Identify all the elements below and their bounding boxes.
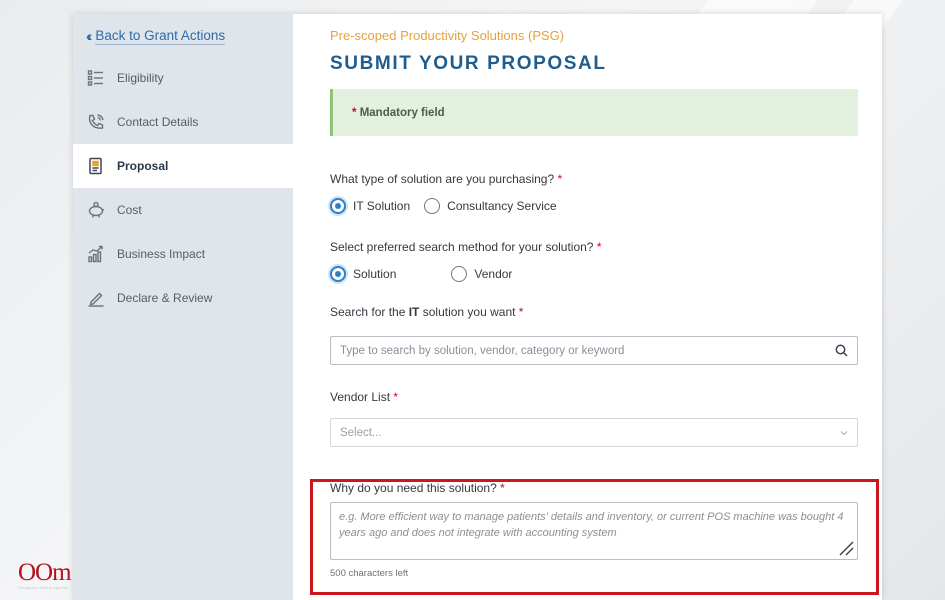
phone-icon bbox=[87, 113, 105, 131]
select-placeholder: Select... bbox=[340, 426, 382, 439]
sidebar-item-cost[interactable]: Cost bbox=[73, 188, 293, 232]
vendor-list-question: Vendor List * bbox=[330, 390, 858, 404]
logo-text: OOm bbox=[18, 559, 72, 586]
logo-tagline: Singapore Online Agency bbox=[18, 586, 68, 590]
mandatory-note-text: Mandatory field bbox=[359, 106, 445, 119]
sidebar-item-label: Proposal bbox=[117, 159, 169, 173]
question-text: What type of solution are you purchasing… bbox=[330, 172, 555, 186]
piggy-bank-icon bbox=[87, 201, 105, 219]
radio-unselected-indicator[interactable] bbox=[451, 266, 468, 282]
radio-label: Vendor bbox=[474, 267, 513, 281]
sidebar-item-label: Contact Details bbox=[117, 115, 199, 129]
bar-chart-icon bbox=[87, 245, 105, 263]
radio-unselected-indicator[interactable] bbox=[424, 198, 441, 214]
solution-search-input[interactable]: Type to search by solution, vendor, cate… bbox=[330, 336, 858, 365]
chevron-down-icon bbox=[840, 430, 848, 435]
radio-selected-indicator[interactable] bbox=[330, 266, 346, 282]
search-method-radio-group: Solution Vendor bbox=[330, 266, 858, 282]
search-solution-question: Search for the IT solution you want * bbox=[330, 305, 858, 319]
radio-label: Solution bbox=[353, 267, 397, 281]
required-asterisk: * bbox=[557, 172, 563, 186]
required-asterisk: * bbox=[596, 240, 602, 254]
required-asterisk: * bbox=[518, 305, 524, 319]
page-title: SUBMIT YOUR PROPOSAL bbox=[330, 53, 607, 74]
search-method-question: Select preferred search method for your … bbox=[330, 240, 858, 254]
sidebar-item-contact-details[interactable]: Contact Details bbox=[73, 100, 293, 144]
mandatory-field-notice: * Mandatory field bbox=[330, 89, 858, 136]
sidebar-item-proposal[interactable]: Proposal bbox=[73, 144, 293, 188]
sidebar-item-business-impact[interactable]: Business Impact bbox=[73, 232, 293, 276]
radio-vendor[interactable]: Vendor bbox=[451, 266, 512, 282]
sidebar-item-label: Cost bbox=[117, 203, 142, 217]
sidebar-item-eligibility[interactable]: Eligibility bbox=[73, 56, 293, 100]
vendor-list-select[interactable]: Select... bbox=[330, 418, 858, 447]
radio-solution[interactable]: Solution bbox=[330, 266, 396, 282]
sidebar-item-declare-review[interactable]: Declare & Review bbox=[73, 276, 293, 320]
search-icon[interactable] bbox=[835, 344, 848, 357]
back-link-label: Back to Grant Actions bbox=[95, 27, 226, 45]
back-to-grant-actions-link[interactable]: ‹‹ Back to Grant Actions bbox=[73, 14, 293, 54]
radio-it-solution[interactable]: IT Solution bbox=[330, 198, 410, 214]
double-chevron-left-icon: ‹‹ bbox=[86, 28, 93, 44]
oom-logo: OOm Singapore Online Agency bbox=[18, 560, 93, 590]
highlight-annotation-box bbox=[310, 479, 879, 595]
question-text: Search for the bbox=[330, 305, 409, 319]
question-text: Vendor List bbox=[330, 390, 391, 404]
sidebar-item-label: Eligibility bbox=[117, 71, 164, 85]
sidebar: ‹‹ Back to Grant Actions Eligibility Con… bbox=[73, 14, 293, 600]
question-text: Select preferred search method for your … bbox=[330, 240, 594, 254]
question-text: solution you want bbox=[419, 305, 516, 319]
sidebar-item-label: Declare & Review bbox=[117, 291, 213, 305]
solution-type-radio-group: IT Solution Consultancy Service bbox=[330, 198, 858, 214]
radio-label: Consultancy Service bbox=[447, 199, 557, 213]
sidebar-item-label: Business Impact bbox=[117, 247, 206, 261]
checklist-icon bbox=[87, 69, 105, 87]
solution-type-question: What type of solution are you purchasing… bbox=[330, 172, 858, 186]
radio-selected-indicator[interactable] bbox=[330, 198, 346, 214]
scheme-name: Pre-scoped Productivity Solutions (PSG) bbox=[330, 28, 565, 43]
document-icon bbox=[87, 157, 105, 175]
pen-icon bbox=[87, 289, 105, 307]
required-asterisk: * bbox=[393, 390, 399, 404]
search-placeholder: Type to search by solution, vendor, cate… bbox=[340, 344, 625, 357]
radio-label: IT Solution bbox=[353, 199, 411, 213]
required-asterisk: * bbox=[352, 106, 357, 119]
radio-consultancy-service[interactable]: Consultancy Service bbox=[424, 198, 557, 214]
question-bold-text: IT bbox=[408, 305, 420, 319]
